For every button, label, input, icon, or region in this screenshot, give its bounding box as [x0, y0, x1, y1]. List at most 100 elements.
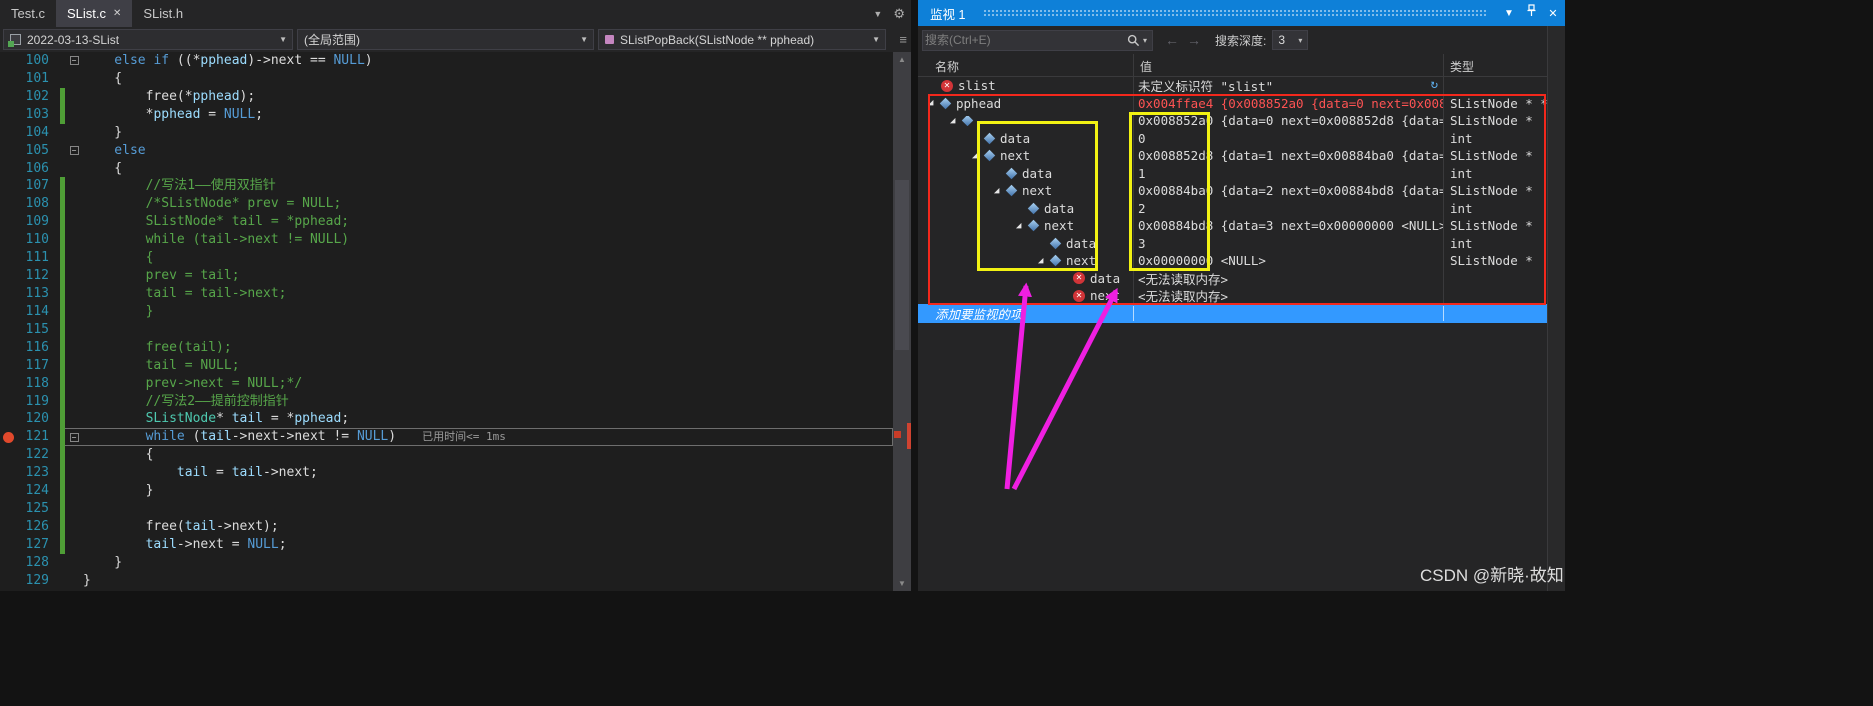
code-line[interactable]: 121− while (tail->next->next != NULL) 已用时间…	[0, 428, 893, 447]
line-number[interactable]: 118	[0, 375, 60, 393]
scrollbar-thumb[interactable]	[895, 180, 909, 350]
fold-margin[interactable]: −	[65, 52, 83, 70]
line-number[interactable]: 124	[0, 482, 60, 500]
code-line[interactable]: 116 free(tail);	[0, 338, 893, 357]
code-line[interactable]: 113 tail = tail->next;	[0, 284, 893, 303]
code-line[interactable]: 129}	[0, 572, 893, 590]
code-line[interactable]: 110 while (tail->next != NULL)	[0, 231, 893, 250]
line-number[interactable]: 126	[0, 518, 60, 536]
line-number[interactable]: 105	[0, 142, 60, 160]
line-number[interactable]: 119	[0, 393, 60, 411]
code-line[interactable]: 126 free(tail->next);	[0, 517, 893, 536]
column-header-value[interactable]: 值	[1140, 58, 1152, 75]
search-depth-dropdown[interactable]: 3 ▾	[1272, 30, 1309, 50]
tab-slist-c[interactable]: SList.c ✕	[55, 0, 133, 27]
refresh-icon[interactable]: ↻	[1430, 76, 1438, 91]
line-number[interactable]: 122	[0, 446, 60, 464]
scope-dropdown[interactable]: (全局范围) ▼	[297, 29, 594, 50]
code-line[interactable]: 105− else	[0, 142, 893, 160]
watch-row[interactable]: data 0 int	[918, 130, 1547, 148]
line-number[interactable]: 117	[0, 357, 60, 375]
back-arrow-icon[interactable]: ←	[1165, 32, 1179, 48]
line-number[interactable]: 129	[0, 572, 60, 590]
column-header-type[interactable]: 类型	[1450, 58, 1474, 75]
line-number[interactable]: 108	[0, 195, 60, 213]
watch-add-row[interactable]: 添加要监视的项	[918, 304, 1547, 323]
line-number[interactable]: 113	[0, 285, 60, 303]
line-number[interactable]: 127	[0, 536, 60, 554]
line-number[interactable]: 111	[0, 249, 60, 267]
line-number[interactable]: 102	[0, 88, 60, 106]
code-line[interactable]: 122 {	[0, 446, 893, 465]
watch-row[interactable]: ✕ next <无法读取内存>	[918, 287, 1547, 305]
column-header-name[interactable]: 名称	[935, 58, 959, 75]
code-line[interactable]: 124}	[0, 482, 893, 501]
code-line[interactable]: 114}	[0, 302, 893, 321]
search-box[interactable]: ▾	[922, 29, 1153, 51]
line-number[interactable]: 115	[0, 321, 60, 339]
line-number[interactable]: 116	[0, 339, 60, 357]
project-dropdown[interactable]: 2022-03-13-SList ▼	[3, 29, 293, 50]
code-line[interactable]: 125	[0, 500, 893, 518]
code-line[interactable]: 120 SListNode* tail = *pphead;	[0, 410, 893, 429]
line-number[interactable]: 114	[0, 303, 60, 321]
chevron-down-icon[interactable]: ▾	[1143, 36, 1147, 45]
code-line[interactable]: 112 prev = tail;	[0, 267, 893, 285]
code-line[interactable]: 100− else if ((*pphead)->next == NULL)	[0, 52, 893, 70]
code-line[interactable]: 117 tail = NULL;	[0, 356, 893, 375]
line-number[interactable]: 110	[0, 231, 60, 249]
fold-collapse-icon[interactable]: −	[69, 56, 79, 66]
editor-scrollbar[interactable]: ▲ ▼	[893, 52, 911, 591]
breakpoint-icon[interactable]	[3, 431, 14, 443]
window-position-icon[interactable]: ▼	[1499, 8, 1519, 19]
code-line[interactable]: 106 {	[0, 160, 893, 178]
line-number[interactable]: 100	[0, 52, 60, 70]
code-line[interactable]: 123 tail = tail->next;	[0, 464, 893, 483]
code-line[interactable]: 109 SListNode* tail = *pphead;	[0, 213, 893, 232]
code-line[interactable]: 107 //写法1——使用双指针	[0, 177, 893, 196]
line-number[interactable]: 106	[0, 160, 60, 178]
line-number[interactable]: 101	[0, 70, 60, 88]
code-line[interactable]: 127 tail->next = NULL;	[0, 535, 893, 554]
fold-collapse-icon[interactable]: −	[69, 432, 79, 442]
search-input[interactable]	[925, 33, 1127, 47]
close-icon[interactable]: ✕	[113, 8, 121, 19]
search-icons[interactable]: ▾	[1127, 34, 1147, 47]
code-line[interactable]: 104}	[0, 124, 893, 142]
scroll-up-icon[interactable]: ▲	[893, 55, 911, 64]
watch-row[interactable]: data 2 int	[918, 200, 1547, 218]
code-line[interactable]: 103 *pphead = NULL;	[0, 105, 893, 124]
watch-row[interactable]: ◢ next 0x00884ba0 {data=2 next=0x00884bd8 …	[918, 182, 1547, 200]
line-number[interactable]: 112	[0, 267, 60, 285]
fold-margin[interactable]: −	[65, 428, 83, 446]
scroll-down-icon[interactable]: ▼	[893, 579, 911, 588]
watch-row[interactable]: data 1 int	[918, 165, 1547, 183]
watch-row[interactable]: ◢ next 0x00000000 <NULL> SListNode *	[918, 252, 1547, 270]
line-number[interactable]: 109	[0, 213, 60, 231]
pin-icon[interactable]	[1521, 4, 1541, 22]
fold-margin[interactable]: −	[65, 142, 83, 160]
code-editor[interactable]: 100− else if ((*pphead)->next == NULL) 101…	[0, 52, 911, 591]
watch-row[interactable]: ◢ 0x008852a0 {data=0 next=0x008852d8 {dat…	[918, 112, 1547, 130]
drag-grip[interactable]	[983, 9, 1487, 17]
line-number[interactable]: 107	[0, 177, 60, 195]
watch-titlebar[interactable]: 监视 1 ▼ ✕	[918, 0, 1565, 26]
code-line[interactable]: 118 prev->next = NULL;*/	[0, 374, 893, 393]
open-files-dropdown-icon[interactable]: ▼	[873, 9, 882, 19]
code-line[interactable]: 108 /*SListNode* prev = NULL;	[0, 195, 893, 214]
navbar-overflow-icon[interactable]: ≡	[899, 32, 907, 47]
code-line[interactable]: 102 free(*pphead);	[0, 87, 893, 106]
line-number[interactable]: 120	[0, 410, 60, 428]
gear-icon[interactable]: ⚙	[893, 6, 905, 22]
forward-arrow-icon[interactable]: →	[1187, 32, 1201, 48]
code-area[interactable]: 100− else if ((*pphead)->next == NULL) 101…	[0, 52, 893, 591]
code-line[interactable]: 128}	[0, 554, 893, 572]
code-line[interactable]: 115	[0, 320, 893, 339]
line-number[interactable]: 103	[0, 106, 60, 124]
watch-row[interactable]: ✕ data <无法读取内存>	[918, 270, 1547, 288]
function-dropdown[interactable]: SListPopBack(SListNode ** pphead) ▼	[598, 29, 886, 50]
watch-scrollbar[interactable]	[1547, 26, 1565, 591]
fold-collapse-icon[interactable]: −	[69, 146, 79, 156]
code-line[interactable]: 111 {	[0, 249, 893, 268]
watch-row[interactable]: ◢ next 0x00884bd8 {data=3 next=0x00000000 …	[918, 217, 1547, 235]
